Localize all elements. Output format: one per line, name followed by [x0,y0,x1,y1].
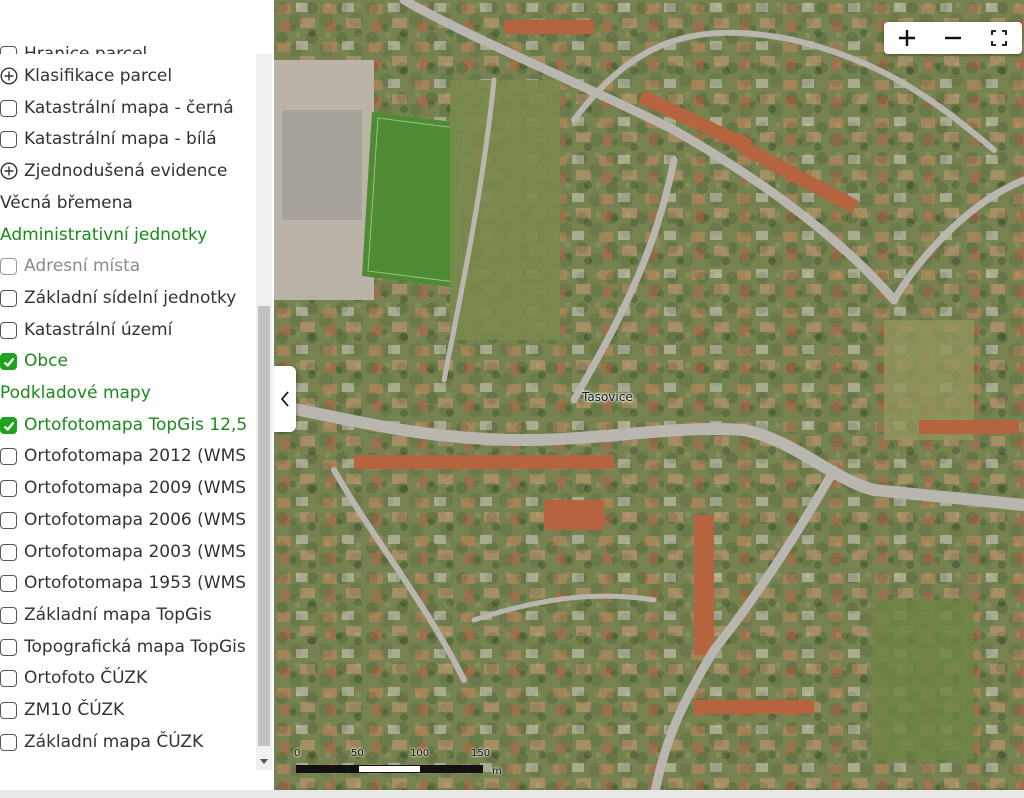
layer-label: Hranice parcel [24,44,148,54]
layer-group-label: Věcná břemena [0,187,133,219]
layer-checkbox[interactable] [0,99,17,117]
layer-item[interactable]: Základní sídelní jednotky [0,282,236,314]
map-controls [884,22,1022,54]
layer-label: Podkladové mapy [0,383,151,403]
zoom-out-button[interactable] [930,22,976,54]
layer-label: Ortofotomapa 2009 (WMS [24,478,247,498]
layer-item[interactable]: Katastrální mapa - černá [0,92,234,124]
layer-item-partial[interactable]: Hranice parcel [0,32,147,54]
layer-checkbox-checked[interactable] [0,416,17,434]
layer-item[interactable]: Ortofotomapa 2012 (WMS [0,440,246,472]
layer-item[interactable]: Ortofotomapa 1953 (WMS [0,567,246,599]
layer-label: Ortofotomapa 1953 (WMS [24,573,247,593]
layer-checkbox[interactable] [0,574,17,592]
layer-item[interactable]: Katastrální území [0,314,172,346]
layer-group-heading: Administrativní jednotky [0,219,207,251]
scale-segment [296,765,359,773]
minus-icon [945,36,961,40]
layer-item[interactable]: Ortofotomapa 2006 (WMS [0,504,246,536]
layer-item[interactable]: Ortofotomapa TopGis 12,5 [0,409,247,441]
scale-tick-label: 50 [351,748,364,759]
layer-checkbox-checked[interactable] [0,352,17,370]
layer-checkbox[interactable] [0,701,17,719]
layer-item[interactable]: Ortofotomapa 2009 (WMS [0,472,246,504]
layer-label: Ortofoto ČÚZK [24,668,148,688]
scrollbar-thumb[interactable] [258,306,270,746]
layer-item[interactable]: Základní mapa ČÚZK [0,726,203,758]
layer-checkbox[interactable] [0,511,17,529]
plus-icon [899,30,915,46]
layer-checkbox[interactable] [0,733,17,751]
scale-segment [358,765,421,773]
layer-label: Základní mapa ČÚZK [24,732,204,752]
layer-group-heading: Podkladové mapy [0,377,151,409]
scale-segment [420,765,483,773]
layer-checkbox[interactable] [0,606,17,624]
fullscreen-button[interactable] [976,22,1022,54]
place-label: Tasovice [582,390,633,404]
map-view[interactable]: Tasovice [274,0,1024,798]
layer-panel: Hranice parcel Klasifikace parcel Katastr… [0,0,274,798]
layer-label: Katastrální mapa - černá [24,98,234,118]
layer-label: Věcná břemena [0,193,133,213]
layer-label: Zjednodušená evidence [24,161,228,181]
checkmark-icon [3,357,15,367]
layer-label: Základní mapa TopGis [24,605,212,625]
layer-label: Základní sídelní jednotky [24,288,237,308]
layer-item[interactable]: ZM10 ČÚZK [0,694,124,726]
fullscreen-icon [991,30,1007,46]
layer-label: Topografická mapa TopGis [24,637,246,657]
expand-plus-icon[interactable] [0,162,18,180]
layer-label: ZM10 ČÚZK [24,700,125,720]
scale-tick-label: 0 [294,748,301,759]
layer-label: Ortofotomapa 2003 (WMS [24,542,247,562]
layer-item[interactable]: Ortofotomapa 2003 (WMS [0,536,246,568]
layer-label: Katastrální mapa - bílá [24,129,217,149]
layer-item[interactable]: Topografická mapa TopGis [0,631,246,663]
layer-checkbox[interactable] [0,669,17,687]
scale-bar: 0 50 100 150 m [294,748,524,778]
layer-label: Ortofotomapa 2006 (WMS [24,510,247,530]
scale-tick-label: 150 [471,748,491,759]
zoom-in-button[interactable] [884,22,930,54]
layer-checkbox[interactable] [0,46,17,54]
layer-checkbox[interactable] [0,447,17,465]
scroll-down-arrow-icon[interactable] [256,754,272,770]
layer-label: Adresní místa [24,256,141,276]
layer-checkbox[interactable] [0,130,17,148]
scale-tick-label: 100 [410,748,430,759]
layer-label: Ortofotomapa TopGis 12,5 [24,415,248,435]
layer-item[interactable]: Adresní místa [0,250,140,282]
layer-label: Katastrální území [24,320,173,340]
panel-collapse-button[interactable] [274,366,296,432]
horizontal-scrollbar[interactable] [0,790,1024,798]
layer-label: Klasifikace parcel [24,66,173,86]
layer-item[interactable]: Základní mapa TopGis [0,599,212,631]
layer-checkbox[interactable] [0,543,17,561]
layer-label: Ortofotomapa 2012 (WMS [24,446,247,466]
layer-item[interactable]: Ortofoto ČÚZK [0,662,147,694]
checkmark-icon [3,421,15,431]
layer-group-expandable[interactable]: Zjednodušená evidence [0,155,227,187]
layer-checkbox[interactable] [0,638,17,656]
layer-checkbox[interactable] [0,479,17,497]
orthophoto-map [274,0,1024,798]
layer-label: Administrativní jednotky [0,225,208,245]
layer-list: Hranice parcel Klasifikace parcel Katastr… [0,0,256,798]
expand-plus-icon[interactable] [0,67,18,85]
layer-group-expandable[interactable]: Klasifikace parcel [0,60,172,92]
layer-item[interactable]: Obce [0,345,68,377]
panel-scrollbar[interactable] [256,56,272,770]
layer-item[interactable]: Katastrální mapa - bílá [0,123,217,155]
layer-checkbox[interactable] [0,289,17,307]
layer-label: Obce [24,351,68,371]
layer-checkbox[interactable] [0,321,17,339]
layer-checkbox[interactable] [0,257,17,275]
scale-unit: m [492,766,502,777]
chevron-left-icon [280,391,289,407]
